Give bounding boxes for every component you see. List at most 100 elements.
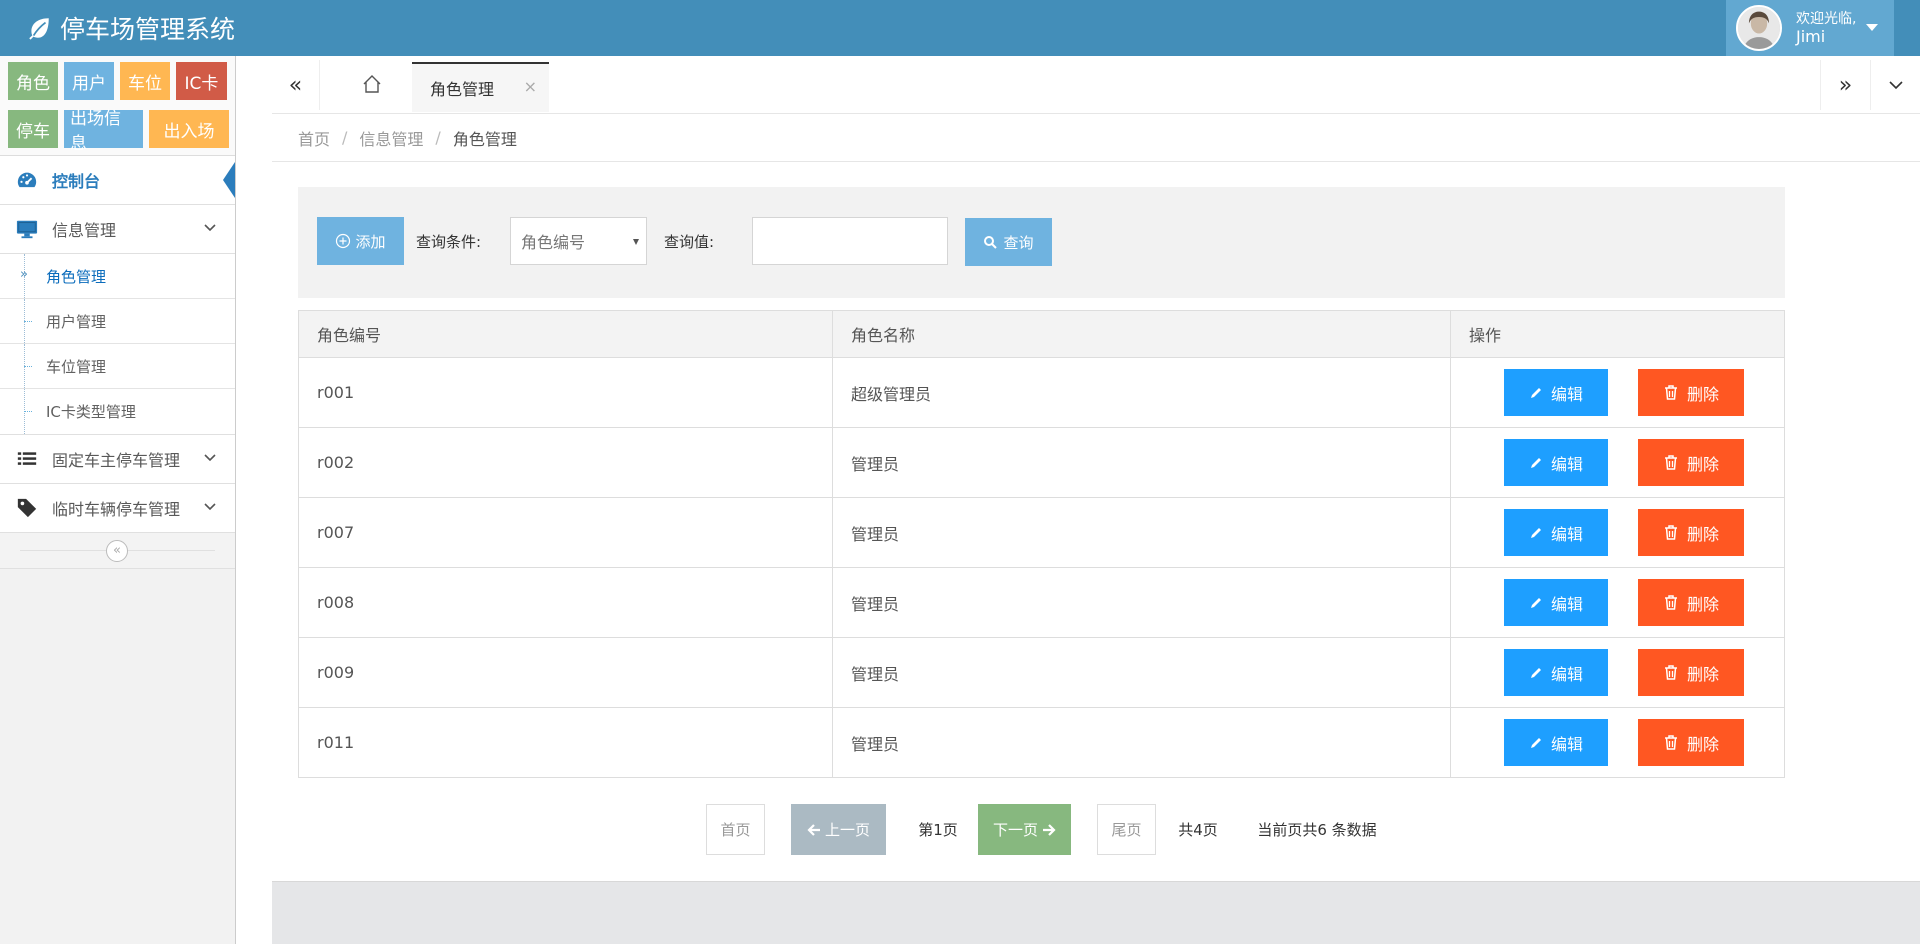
shortcut-panel: 角色 用户 车位 IC卡 停车 出场信息 出入场 — [0, 56, 235, 156]
search-button[interactable]: 查询 — [965, 218, 1052, 266]
last-page-button[interactable]: 尾页 — [1097, 804, 1156, 855]
shortcut-user-button[interactable]: 用户 — [64, 62, 114, 100]
cell-actions: 编辑 删除 — [1450, 357, 1785, 428]
cell-role-name: 管理员 — [832, 567, 1451, 638]
edit-button-label: 编辑 — [1550, 384, 1583, 404]
edit-button-label: 编辑 — [1550, 734, 1583, 754]
condition-label: 查询条件: — [416, 233, 482, 251]
active-pointer — [223, 162, 235, 198]
breadcrumb-separator: / — [435, 128, 441, 147]
user-name: Jimi — [1796, 27, 1826, 46]
prev-page-button[interactable]: 上一页 — [791, 804, 886, 855]
tab-options-chevron-down-icon[interactable] — [1870, 60, 1920, 110]
tab-role-management[interactable]: 角色管理 × — [412, 62, 549, 112]
sidebar-item-user-management[interactable]: 用户管理 — [0, 299, 235, 344]
sidebar-item-fixed-parking[interactable]: 固定车主停车管理 — [0, 435, 235, 484]
query-value-input[interactable] — [752, 217, 948, 265]
table-header-row: 角色编号 角色名称 操作 — [298, 310, 1785, 358]
current-page-indicator: 第1页 — [918, 821, 958, 839]
edit-button-label: 编辑 — [1550, 594, 1583, 614]
shortcut-role-button[interactable]: 角色 — [8, 62, 58, 100]
delete-button[interactable]: 删除 — [1638, 509, 1744, 556]
delete-button-label: 删除 — [1686, 734, 1719, 754]
arrow-left-icon — [807, 823, 820, 836]
app-brand: 停车场管理系统 — [26, 10, 235, 46]
cell-role-id: r007 — [298, 497, 833, 568]
sidebar-item-space-management[interactable]: 车位管理 — [0, 344, 235, 389]
chevron-down-icon — [204, 454, 216, 462]
shortcut-exit-info-button[interactable]: 出场信息 — [64, 109, 143, 154]
leaf-icon — [29, 18, 49, 40]
edit-button[interactable]: 编辑 — [1504, 509, 1608, 556]
delete-button[interactable]: 删除 — [1638, 719, 1744, 766]
edit-button[interactable]: 编辑 — [1504, 719, 1608, 766]
cell-role-name: 管理员 — [832, 707, 1451, 778]
breadcrumb-separator: / — [342, 128, 348, 147]
tab-bar: « 角色管理 × » — [272, 56, 1920, 114]
sidebar-item-role-management[interactable]: » 角色管理 — [0, 254, 235, 299]
chevron-down-icon — [204, 503, 216, 511]
shortcut-parking-button[interactable]: 停车 — [8, 110, 58, 148]
edit-button[interactable]: 编辑 — [1504, 649, 1608, 696]
add-button[interactable]: 添加 — [317, 217, 404, 265]
user-menu[interactable]: 欢迎光临, Jimi — [1726, 0, 1894, 56]
sidebar-item-label: 信息管理 — [52, 221, 117, 240]
table-row: r001 超级管理员 编辑 删除 — [298, 357, 1785, 428]
record-count-info: 当前页共6 条数据 — [1257, 821, 1377, 839]
edit-button[interactable]: 编辑 — [1504, 369, 1608, 416]
pencil-icon — [1530, 527, 1541, 538]
sidebar-item-dashboard[interactable]: 控制台 — [0, 156, 235, 205]
home-icon[interactable] — [362, 74, 382, 94]
cell-role-id: r008 — [298, 567, 833, 638]
scroll-tabs-right-icon[interactable]: » — [1820, 60, 1870, 110]
search-panel: 添加 查询条件: 角色编号 查询值: 查询 — [298, 187, 1785, 298]
scroll-tabs-left-icon[interactable]: « — [272, 60, 320, 110]
cell-role-name: 超级管理员 — [832, 357, 1451, 428]
pencil-icon — [1530, 387, 1541, 398]
collapse-sidebar-icon[interactable]: « — [106, 540, 128, 562]
sidebar-item-iccard-type-management[interactable]: IC卡类型管理 — [0, 389, 235, 434]
sidebar-item-info-management[interactable]: 信息管理 — [0, 205, 235, 254]
delete-button[interactable]: 删除 — [1638, 649, 1744, 696]
pencil-icon — [1530, 457, 1541, 468]
sidebar-item-label: 控制台 — [52, 172, 101, 191]
breadcrumb-home[interactable]: 首页 — [298, 126, 330, 150]
cell-role-id: r009 — [298, 637, 833, 708]
edit-button[interactable]: 编辑 — [1504, 439, 1608, 486]
trash-icon — [1664, 735, 1677, 750]
edit-button-label: 编辑 — [1550, 454, 1583, 474]
condition-select[interactable]: 角色编号 — [510, 217, 647, 265]
table-row: r002 管理员 编辑 删除 — [298, 427, 1785, 498]
shortcut-in-out-button[interactable]: 出入场 — [149, 110, 229, 148]
breadcrumb-current: 角色管理 — [452, 129, 517, 149]
first-page-button[interactable]: 首页 — [706, 804, 765, 855]
avatar — [1736, 5, 1782, 51]
cell-actions: 编辑 删除 — [1450, 567, 1785, 638]
next-page-button[interactable]: 下一页 — [978, 804, 1071, 855]
delete-button[interactable]: 删除 — [1638, 439, 1744, 486]
tab-label: 角色管理 — [430, 80, 495, 99]
edit-button[interactable]: 编辑 — [1504, 579, 1608, 626]
pencil-icon — [1530, 597, 1541, 608]
shortcut-space-button[interactable]: 车位 — [120, 62, 170, 100]
close-icon[interactable]: × — [524, 77, 537, 96]
next-page-label: 下一页 — [992, 821, 1038, 839]
sidebar-item-temp-parking[interactable]: 临时车辆停车管理 — [0, 484, 235, 533]
trash-icon — [1664, 455, 1677, 470]
column-header-actions: 操作 — [1450, 310, 1785, 358]
delete-button[interactable]: 删除 — [1638, 579, 1744, 626]
shortcut-iccard-button[interactable]: IC卡 — [176, 62, 227, 100]
delete-button-label: 删除 — [1686, 664, 1719, 684]
delete-button[interactable]: 删除 — [1638, 369, 1744, 416]
sidebar-collapse-row: « — [0, 533, 235, 569]
tachometer-icon — [16, 169, 38, 191]
desktop-icon — [16, 218, 38, 240]
pagination: 首页 上一页 第1页 下一页 尾页 共4页 当前页共6 条数据 — [272, 804, 1920, 856]
search-icon — [984, 236, 998, 249]
breadcrumb-section[interactable]: 信息管理 — [359, 126, 423, 150]
trash-icon — [1664, 525, 1677, 540]
cell-role-name: 管理员 — [832, 427, 1451, 498]
tag-icon — [16, 497, 38, 519]
total-pages: 共4页 — [1178, 821, 1218, 839]
sidebar-subitem-label: 车位管理 — [46, 357, 107, 376]
